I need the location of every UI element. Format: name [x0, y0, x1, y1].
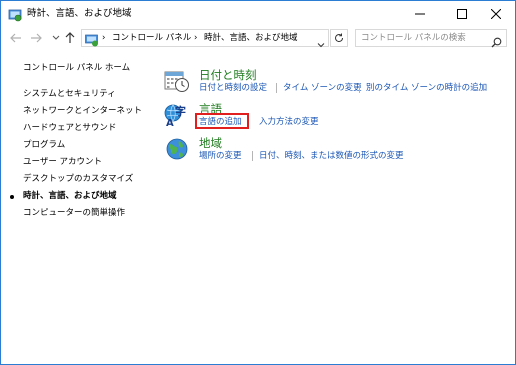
up-button[interactable] [63, 31, 77, 45]
back-button[interactable] [9, 31, 23, 45]
sidebar-item-ease-of-access[interactable]: コンピューターの簡単操作 [23, 208, 125, 219]
close-icon [491, 9, 501, 19]
globe-icon[interactable] [164, 136, 190, 162]
sidebar-item-hardware-sound[interactable]: ハードウェアとサウンド [23, 123, 116, 134]
search-box[interactable]: コントロール パネルの検索 [355, 29, 507, 48]
sidebar-item-programs[interactable]: プログラム [23, 140, 65, 151]
control-panel-app-icon [8, 7, 22, 22]
category-title-region[interactable]: 地域 [199, 136, 222, 150]
minimize-icon [415, 13, 425, 15]
category-title-date-time[interactable]: 日付と時刻 [199, 68, 257, 82]
svg-text:字: 字 [175, 104, 186, 118]
link-separator [276, 83, 277, 93]
control-panel-location-icon [85, 32, 99, 47]
address-toolbar: › コントロール パネル › 時計、言語、および地域 コントロール パネルの検索 [1, 27, 515, 49]
recent-locations-button[interactable] [49, 31, 63, 45]
forward-button[interactable] [29, 31, 43, 45]
sidebar-item-appearance[interactable]: デスクトップのカスタマイズ [23, 174, 133, 185]
breadcrumb-separator-icon: › [102, 33, 106, 43]
control-panel-window: 時計、言語、および地域 › コントロール パネル › 時計、言語、および地域 コ… [0, 0, 516, 365]
title-bar: 時計、言語、および地域 [1, 1, 515, 27]
link-add-clocks[interactable]: 別のタイム ゾーンの時計の追加 [366, 83, 487, 94]
sidebar-item-network-internet[interactable]: ネットワークとインターネット [23, 106, 142, 117]
breadcrumb-separator-icon: › [194, 33, 198, 43]
highlight-annotation-box [195, 113, 249, 129]
link-separator [252, 151, 253, 161]
link-change-time-zone[interactable]: タイム ゾーンの変更 [283, 83, 362, 94]
link-separator [359, 83, 360, 93]
window-title: 時計、言語、および地域 [27, 8, 132, 19]
refresh-icon [335, 33, 344, 43]
sidebar-item-user-accounts[interactable]: ユーザー アカウント [23, 157, 102, 168]
current-item-bullet-icon [10, 195, 14, 199]
refresh-button[interactable] [330, 29, 348, 47]
breadcrumb-clock-language-region[interactable]: 時計、言語、および地域 [204, 33, 298, 44]
address-bar[interactable]: › コントロール パネル › 時計、言語、および地域 [81, 29, 329, 48]
search-icon[interactable] [491, 33, 502, 48]
arrow-up-icon [65, 32, 75, 43]
chevron-down-icon [317, 43, 325, 48]
minimize-button[interactable] [401, 1, 439, 27]
arrow-left-icon [10, 33, 21, 43]
link-change-location[interactable]: 場所の変更 [199, 151, 242, 162]
close-button[interactable] [477, 1, 515, 27]
link-change-formats[interactable]: 日付、時刻、または数値の形式の変更 [259, 151, 404, 162]
sidebar-item-clock-language-region: 時計、言語、および地域 [23, 191, 117, 201]
address-dropdown-button[interactable] [317, 34, 325, 48]
calendar-clock-icon[interactable] [164, 68, 190, 94]
search-input[interactable]: コントロール パネルの検索 [361, 33, 466, 44]
breadcrumb-control-panel[interactable]: コントロール パネル [112, 33, 191, 44]
chevron-down-icon [52, 35, 60, 40]
link-set-date-time[interactable]: 日付と時刻の設定 [199, 83, 267, 94]
maximize-icon [457, 9, 467, 19]
sidebar-control-panel-home[interactable]: コントロール パネル ホーム [23, 63, 130, 74]
link-change-input-methods[interactable]: 入力方法の変更 [259, 117, 319, 128]
sidebar-item-system-security[interactable]: システムとセキュリティ [23, 89, 116, 100]
maximize-button[interactable] [443, 1, 481, 27]
svg-text:A: A [166, 118, 174, 128]
language-icon[interactable]: 字 A [164, 102, 190, 129]
arrow-right-icon [31, 33, 42, 43]
